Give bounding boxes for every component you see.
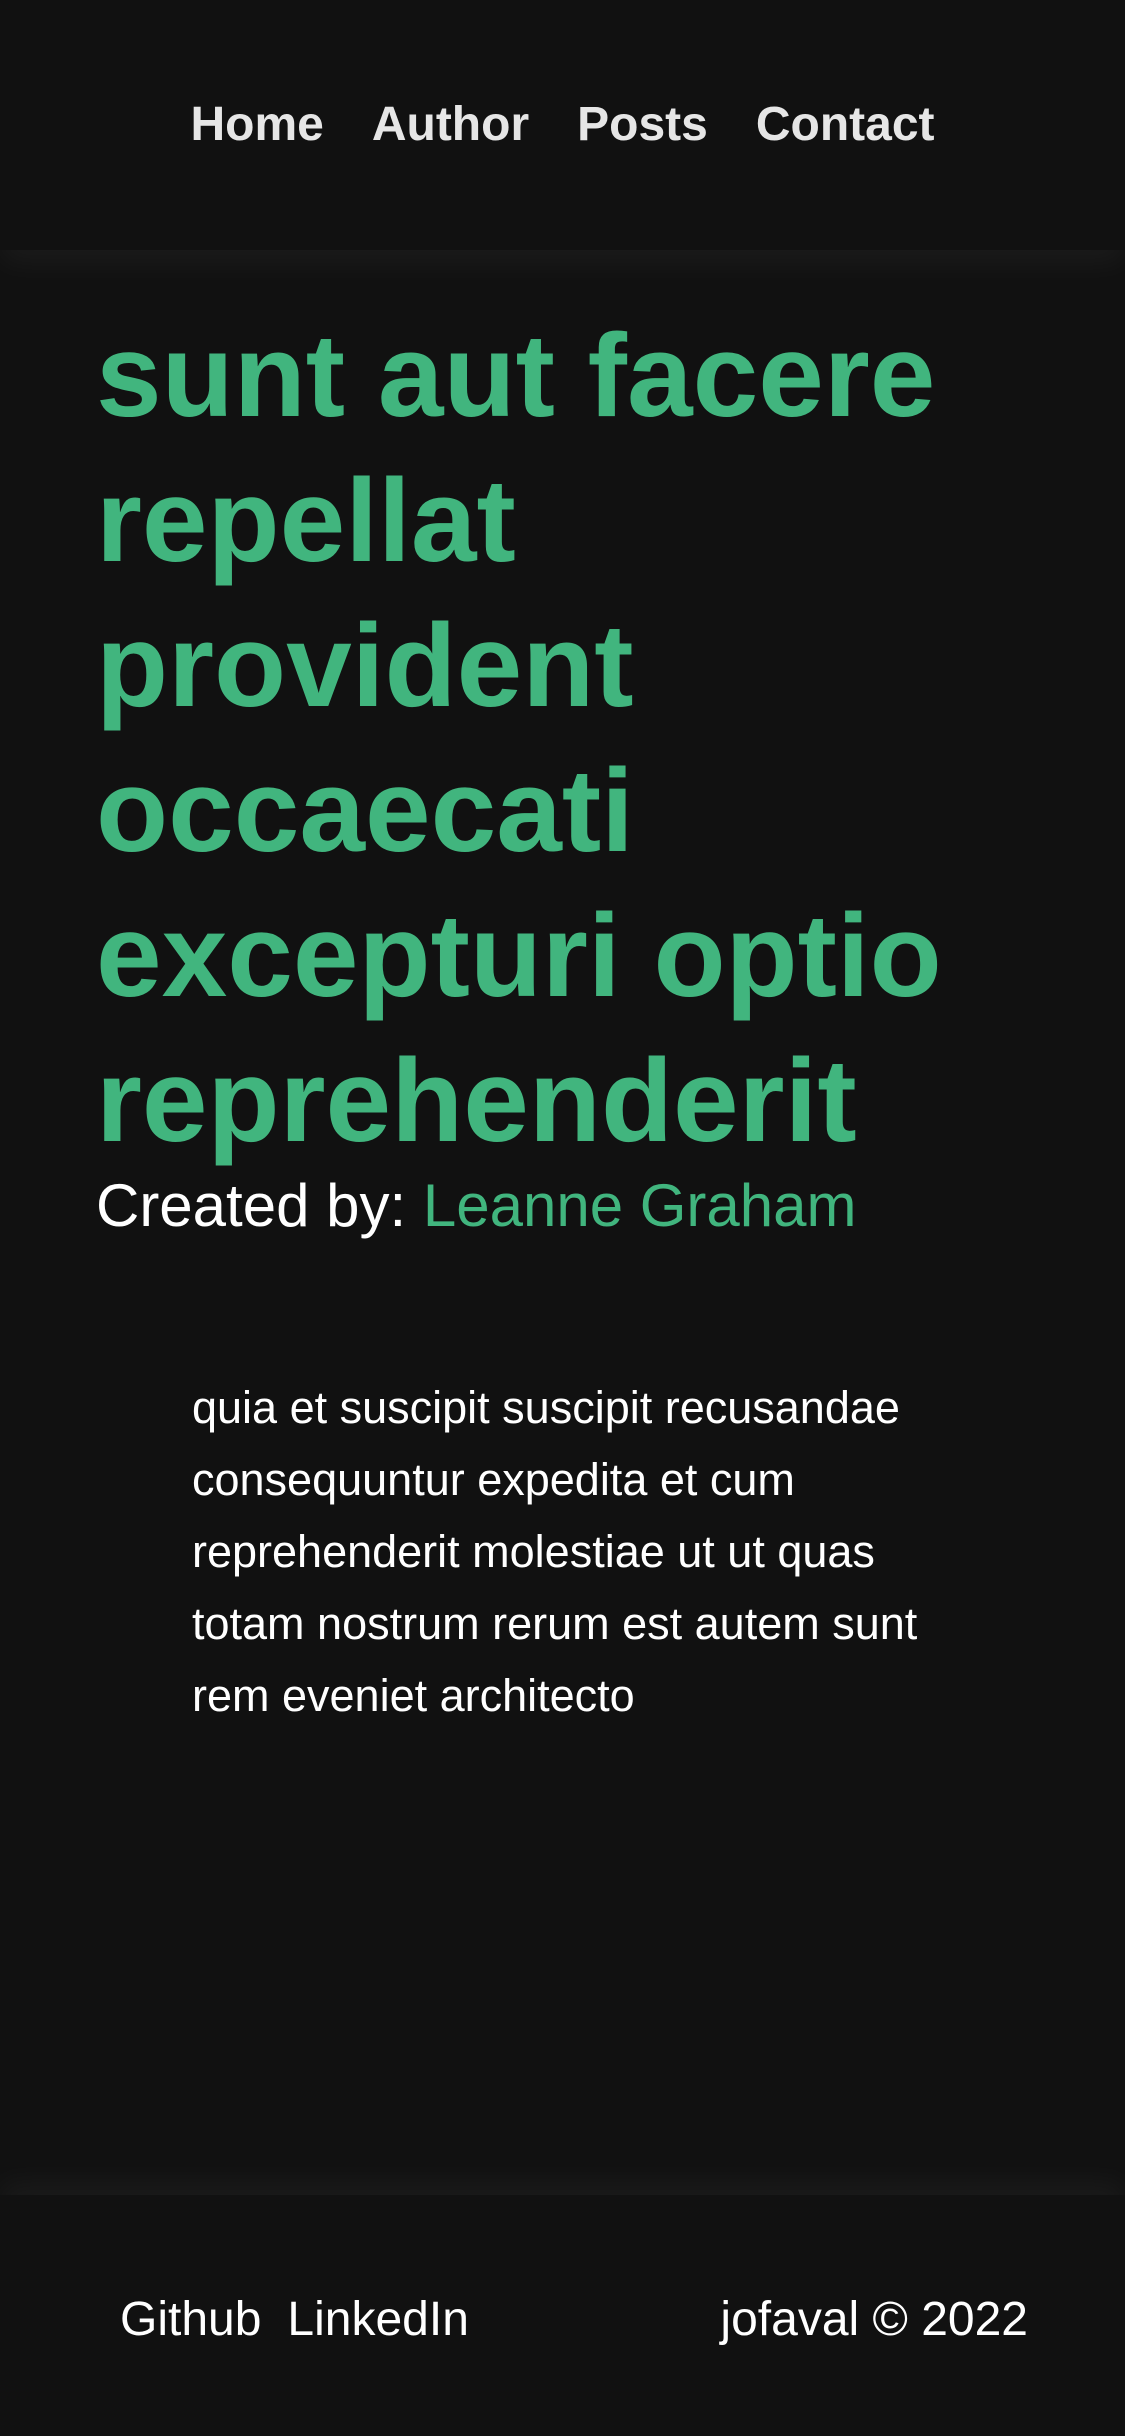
site-header: Home Author Posts Contact [0, 0, 1125, 250]
footer-links: Github LinkedIn [120, 2291, 469, 2349]
byline-prefix: Created by: [96, 1172, 407, 1239]
post-body: quia et suscipit suscipit recusandae con… [192, 1382, 918, 1721]
nav-posts-link[interactable]: Posts [577, 96, 708, 154]
main-nav: Home Author Posts Contact [0, 96, 1125, 154]
post-byline: Created by: Leanne Graham [96, 1170, 856, 1242]
nav-contact-link[interactable]: Contact [756, 96, 935, 154]
github-link[interactable]: Github [120, 2291, 261, 2349]
post-content: sunt aut facere repellat provident occae… [0, 250, 1125, 2195]
linkedin-link[interactable]: LinkedIn [287, 2291, 468, 2349]
author-link[interactable]: Leanne Graham [423, 1172, 857, 1239]
nav-author-link[interactable]: Author [372, 96, 529, 154]
copyright-text: jofaval © 2022 [720, 2293, 1028, 2346]
nav-home-link[interactable]: Home [190, 96, 323, 154]
post-title: sunt aut facere repellat provident occae… [96, 310, 942, 1167]
site-footer: Github LinkedIn jofaval © 2022 [0, 2195, 1125, 2436]
